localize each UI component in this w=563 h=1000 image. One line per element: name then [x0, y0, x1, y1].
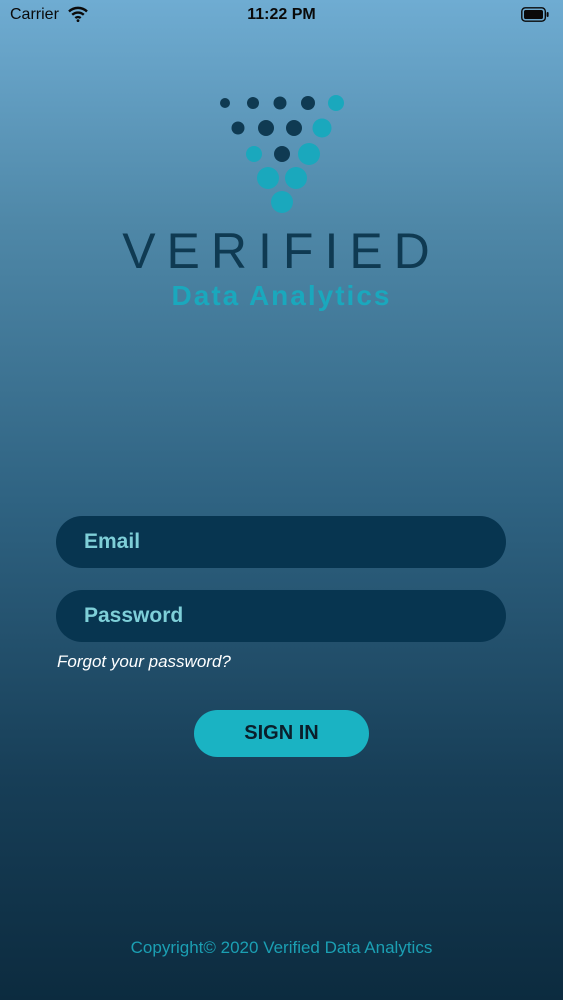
email-field-container — [56, 516, 506, 568]
email-field[interactable] — [56, 516, 506, 568]
copyright-text: Copyright© 2020 Verified Data Analytics — [130, 938, 433, 957]
clock: 11:22 PM — [247, 6, 316, 23]
forgot-password-link[interactable]: Forgot your password? — [57, 652, 231, 672]
battery-icon — [521, 7, 549, 22]
status-bar: Carrier 11:22 PM — [0, 0, 563, 30]
sign-in-button[interactable]: SIGN IN — [194, 710, 369, 757]
logo-icon — [220, 95, 344, 213]
password-field[interactable] — [56, 590, 506, 642]
brand-tagline: Data Analytics — [171, 280, 392, 311]
brand-name: VERIFIED — [122, 223, 441, 279]
password-field-container — [56, 590, 506, 642]
